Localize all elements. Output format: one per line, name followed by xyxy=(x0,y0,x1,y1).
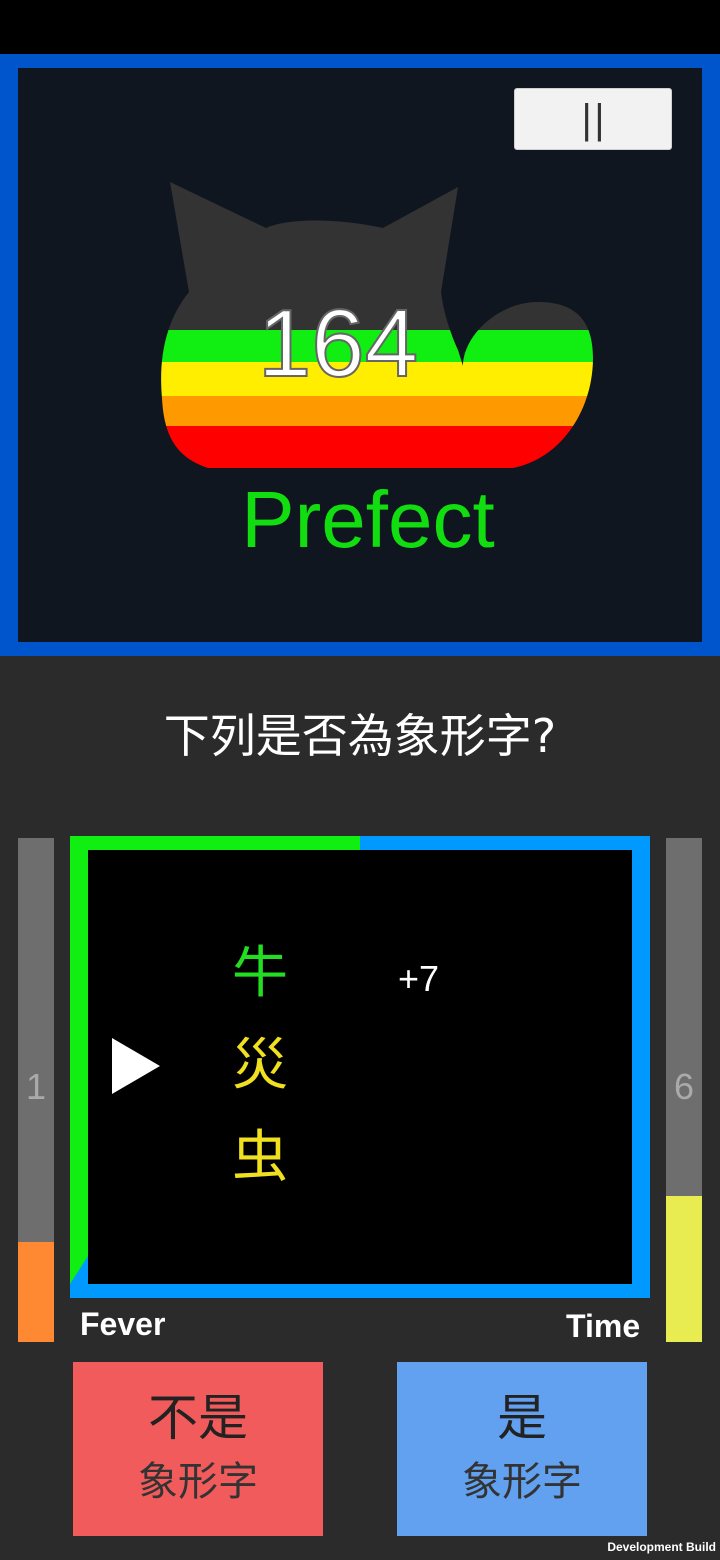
time-label: Time xyxy=(566,1308,641,1344)
not-pictograph-sub-label: 象形字 xyxy=(138,1459,258,1505)
score-panel: || 164 Prefect xyxy=(0,54,720,656)
fever-value: 1 xyxy=(25,1066,47,1107)
is-pictograph-main-label: 是 xyxy=(497,1389,547,1447)
time-meter: 6 xyxy=(666,838,702,1342)
question-text: 下列是否為象形字? xyxy=(163,709,557,763)
character-2: 災 xyxy=(232,1033,288,1098)
character-1: 牛 xyxy=(232,941,288,1006)
play-pointer-icon xyxy=(112,1038,160,1094)
time-meter-fill xyxy=(666,1196,702,1342)
bonus-points: +7 xyxy=(398,958,440,999)
fever-meter-fill xyxy=(18,1242,54,1342)
is-pictograph-button[interactable]: 是 象形字 xyxy=(397,1362,647,1536)
fever-label: Fever xyxy=(80,1306,166,1342)
pause-button[interactable]: || xyxy=(514,88,672,150)
score-panel-inner: || 164 Prefect xyxy=(18,68,702,642)
character-board xyxy=(88,850,632,1284)
status-bar xyxy=(0,0,720,54)
fever-meter: 1 xyxy=(18,838,54,1342)
is-pictograph-sub-label: 象形字 xyxy=(462,1459,582,1505)
development-build-label: Development Build xyxy=(607,1540,716,1554)
not-pictograph-button[interactable]: 不是 象形字 xyxy=(73,1362,323,1536)
pause-icon: || xyxy=(580,97,606,141)
rating-text: Prefect xyxy=(241,475,495,564)
character-3: 虫 xyxy=(232,1125,288,1190)
score-value: 164 xyxy=(257,290,419,397)
not-pictograph-main-label: 不是 xyxy=(148,1389,248,1447)
time-value: 6 xyxy=(673,1066,695,1107)
